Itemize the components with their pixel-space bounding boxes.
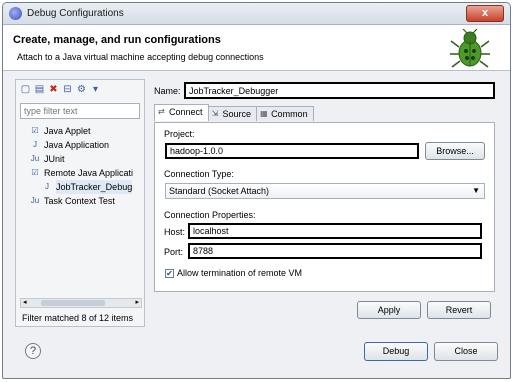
tree-item[interactable]: Ju Task Context Test <box>20 194 142 208</box>
configuration-tree: ☑ Java Applet J Java Application Ju JUnit ☑ Rem… <box>20 124 142 208</box>
scroll-thumb[interactable] <box>41 300 105 306</box>
browse-button[interactable]: Browse... <box>425 142 485 160</box>
configuration-name-input[interactable]: JobTracker_Debugger <box>184 82 495 99</box>
configuration-editor: Name: JobTracker_Debugger ⇄ Connect ⇲ Sourc… <box>151 79 499 327</box>
tab-connect[interactable]: ⇄ Connect <box>154 104 209 121</box>
name-label: Name: <box>154 86 181 96</box>
revert-button[interactable]: Revert <box>427 301 491 319</box>
tree-horizontal-scrollbar[interactable]: ◂ ▸ <box>20 298 142 308</box>
help-icon[interactable]: ? <box>25 343 41 359</box>
duplicate-icon[interactable]: ▤ <box>34 84 45 95</box>
header-description: Attach to a Java virtual machine accepti… <box>17 52 264 62</box>
config-type-icon: ☑ <box>31 168 39 177</box>
tree-item[interactable]: Ju JUnit <box>20 152 142 166</box>
title-bar: Debug Configurations x <box>3 3 510 25</box>
tree-item-label: JUnit <box>44 154 65 164</box>
tree-item[interactable]: J Java Application <box>20 138 142 152</box>
tree-item-label: Java Application <box>44 140 110 150</box>
connection-type-select[interactable]: Standard (Socket Attach) ▼ <box>165 183 485 199</box>
filter-input[interactable] <box>20 103 140 119</box>
tab-label: Common <box>271 109 308 119</box>
source-tab-icon: ⇲ <box>211 109 219 118</box>
project-input[interactable]: hadoop-1.0.0 <box>165 143 419 159</box>
host-label: Host: <box>164 227 186 237</box>
collapse-all-icon[interactable]: ⊟ <box>62 84 73 95</box>
tab-common[interactable]: ▦ Common <box>256 106 314 121</box>
configuration-list-panel: ▢▤✖⊟⚙▾ ☑ Java Applet J Java Application Ju JU… <box>15 79 145 327</box>
tree-item-label: Remote Java Applicati <box>44 168 134 178</box>
common-tab-icon: ▦ <box>260 109 268 118</box>
header-title: Create, manage, and run configurations <box>13 34 221 46</box>
bug-icon <box>450 29 490 68</box>
allow-termination-label: Allow termination of remote VM <box>177 268 303 278</box>
config-type-icon: ☑ <box>31 126 39 135</box>
dialog-header: Create, manage, and run configurations A… <box>3 25 510 71</box>
tab-source[interactable]: ⇲ Source <box>207 106 258 121</box>
config-toolbar: ▢ ▤ ✖ ⊟ ⚙ ▾ <box>20 84 104 100</box>
debug-button[interactable]: Debug <box>364 342 428 361</box>
editor-tabs: ⇄ Connect ⇲ Source ▦ Common <box>154 104 314 122</box>
tree-item[interactable]: ☑ Remote Java Applicati <box>20 166 142 180</box>
filter-status: Filter matched 8 of 12 items <box>22 313 134 323</box>
connect-tab-icon: ⇄ <box>158 107 165 116</box>
connection-type-label: Connection Type: <box>164 169 234 179</box>
debug-configurations-window: Debug Configurations x Create, manage, a… <box>2 2 511 379</box>
connection-properties-label: Connection Properties: <box>164 210 256 220</box>
config-type-icon: Ju <box>30 196 40 205</box>
window-close-button[interactable]: x <box>466 5 504 22</box>
delete-icon[interactable]: ✖ <box>48 84 59 95</box>
filter-icon[interactable]: ⚙ <box>76 84 87 95</box>
host-input[interactable]: localhost <box>188 223 482 239</box>
config-type-icon: Ju <box>30 154 40 163</box>
chevron-down-icon: ▼ <box>472 186 480 195</box>
tree-item[interactable]: ☑ Java Applet <box>20 124 142 138</box>
port-label: Port: <box>164 247 184 257</box>
close-button[interactable]: Close <box>434 342 498 361</box>
eclipse-icon <box>9 7 22 20</box>
tree-item[interactable]: J JobTracker_Debug <box>20 180 142 194</box>
window-title: Debug Configurations <box>27 8 124 19</box>
apply-button[interactable]: Apply <box>357 301 421 319</box>
config-type-icon: J <box>33 140 37 149</box>
menu-dropdown-icon[interactable]: ▾ <box>90 84 101 95</box>
scroll-right-icon[interactable]: ▸ <box>135 299 139 307</box>
port-input[interactable]: 8788 <box>188 243 482 259</box>
tab-label: Connect <box>169 107 203 117</box>
scroll-left-icon[interactable]: ◂ <box>23 299 27 307</box>
tree-item-label: Java Applet <box>44 126 91 136</box>
tab-label: Source <box>222 109 252 119</box>
connect-tab-body: Project: hadoop-1.0.0 Browse... Connecti… <box>154 122 495 292</box>
tree-item-label: Task Context Test <box>44 196 115 206</box>
project-label: Project: <box>164 129 195 139</box>
new-config-icon[interactable]: ▢ <box>20 84 31 95</box>
config-type-icon: J <box>45 182 49 191</box>
allow-termination-checkbox[interactable]: ✔ <box>165 269 174 278</box>
connection-type-value: Standard (Socket Attach) <box>169 186 270 196</box>
tree-item-label: JobTracker_Debug <box>56 180 133 194</box>
